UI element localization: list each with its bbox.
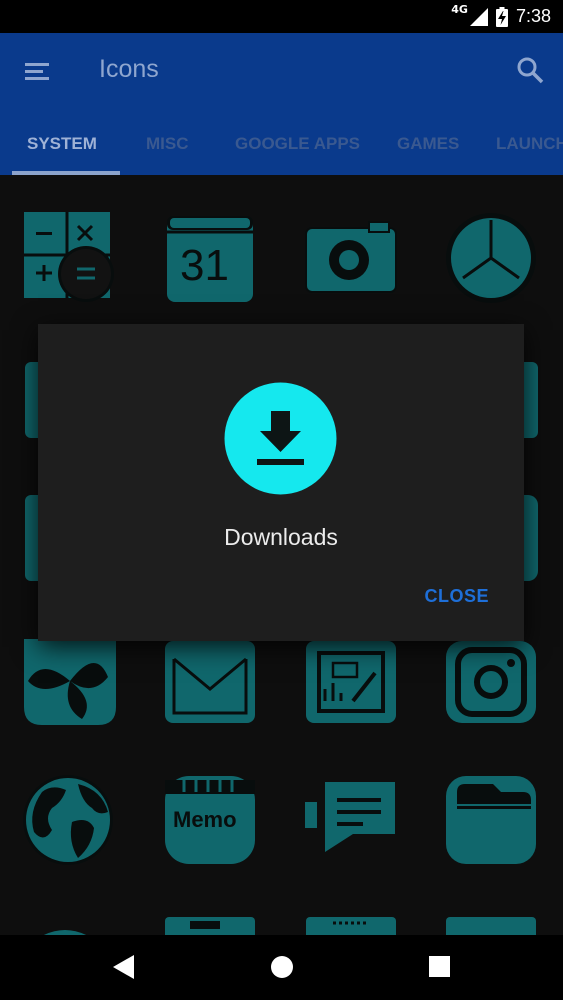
status-bar: 4G 7:38	[0, 0, 563, 33]
search-icon[interactable]	[515, 55, 545, 85]
tab-launcher[interactable]: LAUNCH	[496, 121, 563, 175]
signal-icon	[469, 7, 488, 26]
back-icon[interactable]	[112, 954, 136, 980]
recents-icon[interactable]	[429, 956, 450, 977]
tab-misc[interactable]: MISC	[146, 121, 189, 175]
close-button[interactable]: CLOSE	[424, 586, 489, 607]
tab-bar: SYSTEM MISC GOOGLE APPS GAMES LAUNCH	[0, 121, 563, 175]
page-title: Icons	[99, 55, 159, 83]
status-icons: 4G 7:38	[451, 0, 551, 33]
tab-google-apps[interactable]: GOOGLE APPS	[235, 121, 360, 175]
status-time: 7:38	[515, 6, 551, 26]
download-icon	[224, 382, 337, 495]
icon-preview-dialog: Downloads CLOSE	[38, 324, 524, 641]
tab-system[interactable]: SYSTEM	[27, 121, 97, 175]
hamburger-menu-icon[interactable]	[22, 59, 52, 83]
navigation-bar	[0, 935, 563, 1000]
battery-charging-icon	[495, 6, 508, 27]
tab-games[interactable]: GAMES	[397, 121, 459, 175]
network-type: 4G	[451, 3, 468, 16]
home-icon[interactable]	[270, 955, 294, 979]
app-bar: Icons SYSTEM MISC GOOGLE APPS GAMES LAUN…	[0, 33, 563, 175]
dialog-title: Downloads	[224, 524, 338, 550]
icon-grid: 31 Memo Downloads CLOSE	[0, 175, 563, 935]
